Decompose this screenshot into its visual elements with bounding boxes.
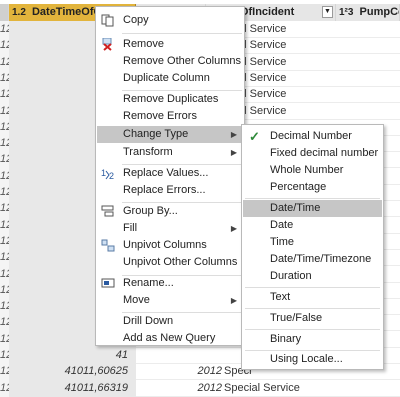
row-index-cell[interactable]: 121 <box>0 102 9 120</box>
replace-values-icon: 12 <box>101 167 115 180</box>
row-index-cell[interactable]: 121 <box>0 330 9 348</box>
submenu-item-time[interactable]: Time <box>243 234 382 251</box>
menu-item-replace-errors[interactable]: Replace Errors... <box>97 182 243 199</box>
row-header-corner[interactable] <box>0 4 9 21</box>
row-index-cell[interactable]: 121 <box>0 216 9 234</box>
menu-item-copy[interactable]: Copy <box>97 12 243 29</box>
decimal-type-icon[interactable]: 1.2 <box>9 4 26 21</box>
whole-number-type-icon[interactable]: 1²3 <box>336 4 353 21</box>
submenu-item-date[interactable]: Date <box>243 217 382 234</box>
menu-item-duplicate-column[interactable]: Duplicate Column <box>97 70 243 87</box>
checkmark-icon: ✓ <box>249 129 260 144</box>
svg-text:2: 2 <box>109 171 114 180</box>
row-index-cell[interactable]: 121 <box>0 281 9 299</box>
row-index-cell[interactable]: 121 <box>0 21 9 38</box>
submenu-item-whole-number[interactable]: Whole Number <box>243 162 382 179</box>
submenu-item-text[interactable]: Text <box>243 289 382 306</box>
year-cell[interactable]: 2012 <box>136 380 222 397</box>
menu-item-group-by[interactable]: Group By... <box>97 203 243 220</box>
table-row[interactable]: 12141011,663192012Special Service <box>0 379 400 397</box>
row-index-cell[interactable]: 121 <box>0 232 9 250</box>
submenu-arrow-icon: ▶ <box>230 296 237 305</box>
row-index-cell[interactable]: 121 <box>0 118 9 136</box>
row-index-cell[interactable]: 121 <box>0 86 9 104</box>
menu-item-remove[interactable]: Remove <box>97 36 243 53</box>
menu-item-unpivot-other-columns[interactable]: Unpivot Other Columns <box>97 254 243 271</box>
change-type-submenu: ✓ Decimal Number Fixed decimal number Wh… <box>241 124 384 370</box>
remove-column-icon <box>101 38 115 51</box>
menu-item-move[interactable]: Move ▶ <box>97 292 243 309</box>
row-index-cell[interactable]: 121 <box>0 135 9 153</box>
submenu-item-date-time-timezone[interactable]: Date/Time/Timezone <box>243 251 382 268</box>
datetime-cell[interactable]: 41 <box>9 347 136 364</box>
menu-item-drill-down[interactable]: Drill Down <box>97 313 243 330</box>
submenu-item-fixed-decimal-number[interactable]: Fixed decimal number <box>243 145 382 162</box>
submenu-item-true-false[interactable]: True/False <box>243 310 382 327</box>
submenu-item-duration[interactable]: Duration <box>243 268 382 285</box>
submenu-item-binary[interactable]: Binary <box>243 331 382 348</box>
unpivot-icon <box>101 239 115 252</box>
datetime-cell[interactable]: 41011,60625 <box>9 363 136 381</box>
row-index-cell[interactable]: 121 <box>0 184 9 201</box>
column-name: PumpCoun <box>359 6 399 18</box>
datetime-cell[interactable]: 41011,66319 <box>9 379 136 397</box>
submenu-arrow-icon: ▶ <box>230 224 237 233</box>
menu-item-add-as-new-query[interactable]: Add as New Query <box>97 330 243 347</box>
row-index-cell[interactable]: 121 <box>0 151 9 169</box>
filter-dropdown-icon[interactable]: ▼ <box>322 6 333 18</box>
row-index-cell[interactable]: 121 <box>0 298 9 316</box>
column-context-menu: Copy Remove Remove Other Columns Duplica… <box>95 6 245 346</box>
copy-icon <box>101 14 115 27</box>
year-cell[interactable]: 2012 <box>136 363 222 380</box>
menu-item-change-type[interactable]: Change Type ▶ <box>97 126 243 143</box>
group-by-icon <box>101 205 115 218</box>
menu-item-rename[interactable]: Rename... <box>97 275 243 292</box>
row-index-cell[interactable]: 121 <box>0 363 9 381</box>
incident-type-cell[interactable]: Special Service <box>224 380 336 397</box>
row-index-cell[interactable]: 121 <box>0 314 9 332</box>
row-index-cell[interactable]: 121 <box>0 249 9 267</box>
menu-item-remove-duplicates[interactable]: Remove Duplicates <box>97 91 243 108</box>
row-index-cell[interactable]: 121 <box>0 37 9 55</box>
submenu-item-percentage[interactable]: Percentage <box>243 179 382 196</box>
submenu-item-decimal-number[interactable]: ✓ Decimal Number <box>243 128 382 145</box>
row-index-cell[interactable]: 121 <box>0 265 9 283</box>
menu-item-replace-values[interactable]: 12 Replace Values... <box>97 165 243 182</box>
row-index-cell[interactable]: 121 <box>0 53 9 71</box>
submenu-item-date-time[interactable]: Date/Time <box>243 200 382 217</box>
menu-item-remove-errors[interactable]: Remove Errors <box>97 108 243 125</box>
row-index-cell[interactable]: 121 <box>0 200 9 218</box>
rename-icon <box>101 277 115 290</box>
menu-item-unpivot-columns[interactable]: Unpivot Columns <box>97 237 243 254</box>
submenu-item-using-locale[interactable]: Using Locale... <box>243 351 382 368</box>
submenu-arrow-icon: ▶ <box>230 130 237 139</box>
row-index-cell[interactable]: 121 <box>0 347 9 364</box>
row-index-cell[interactable]: 121 <box>0 167 9 185</box>
menu-item-fill[interactable]: Fill ▶ <box>97 220 243 237</box>
row-index-cell[interactable]: 121 <box>0 69 9 87</box>
row-index-cell[interactable]: 121 <box>0 379 9 397</box>
column-header-pumpcount[interactable]: 1²3 PumpCoun <box>336 4 400 21</box>
svg-text:1: 1 <box>101 168 106 178</box>
menu-item-transform[interactable]: Transform ▶ <box>97 144 243 161</box>
submenu-arrow-icon: ▶ <box>230 148 237 157</box>
menu-item-remove-other-columns[interactable]: Remove Other Columns <box>97 53 243 70</box>
